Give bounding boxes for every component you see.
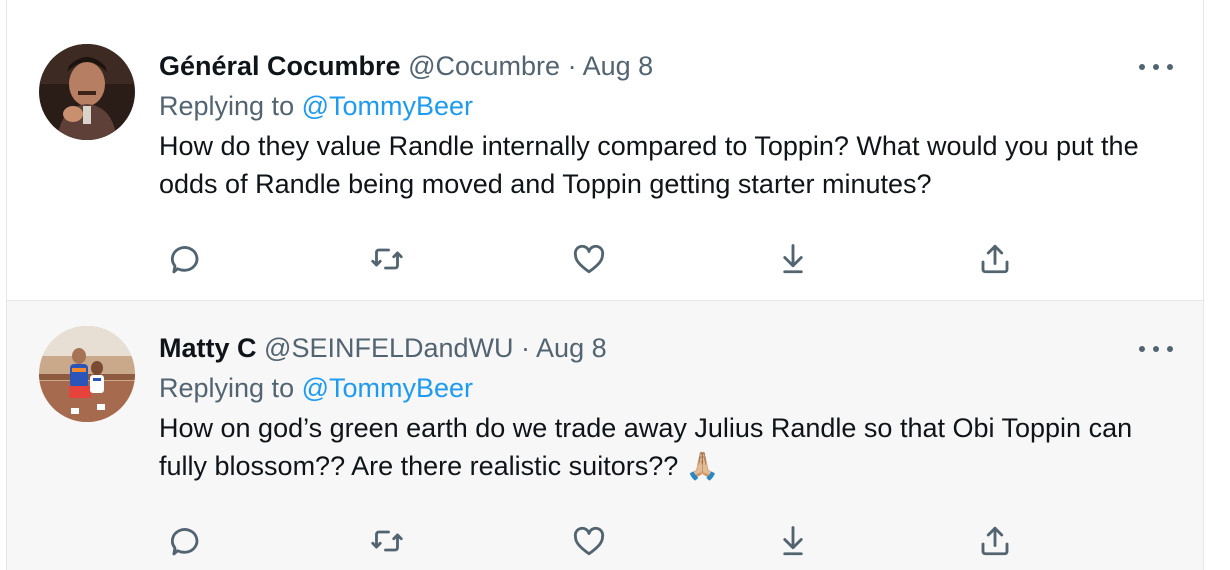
- retweet-icon: [371, 248, 403, 270]
- tweet-actions: [157, 519, 1057, 563]
- tweet-text: How on god’s green earth do we trade awa…: [159, 413, 1133, 481]
- retweet-button[interactable]: [365, 237, 409, 281]
- tweet-card[interactable]: Général Cocumbre @Cocumbre · Aug 8 Reply…: [7, 0, 1203, 300]
- avatar[interactable]: [39, 44, 135, 140]
- reply-button[interactable]: [163, 237, 207, 281]
- more-options-button[interactable]: [1139, 57, 1173, 77]
- tweet-card[interactable]: Matty C @SEINFELDandWU · Aug 8 Replying …: [7, 300, 1203, 570]
- separator-dot: ·: [567, 51, 577, 81]
- upload-icon: [981, 244, 1009, 274]
- reply-icon: [170, 528, 199, 556]
- replying-to-line: Replying to @TommyBeer: [159, 87, 1163, 125]
- tweet-feed: Général Cocumbre @Cocumbre · Aug 8 Reply…: [0, 0, 1230, 570]
- bookmark-share-button[interactable]: [771, 237, 815, 281]
- tweet-content: Général Cocumbre @Cocumbre · Aug 8 Reply…: [159, 45, 1163, 203]
- author-name[interactable]: Général Cocumbre: [159, 51, 401, 81]
- reply-icon: [170, 246, 199, 274]
- replying-to-line: Replying to @TommyBeer: [159, 369, 1163, 407]
- like-icon: [573, 526, 605, 556]
- more-options-button[interactable]: [1139, 339, 1173, 359]
- more-icon: [1139, 346, 1145, 352]
- share-button[interactable]: [973, 519, 1017, 563]
- like-button[interactable]: [567, 237, 611, 281]
- replying-to-mention[interactable]: @TommyBeer: [302, 373, 473, 403]
- tweet-actions: [157, 237, 1057, 281]
- reply-button[interactable]: [163, 519, 207, 563]
- retweet-button[interactable]: [365, 519, 409, 563]
- tweet-content: Matty C @SEINFELDandWU · Aug 8 Replying …: [159, 327, 1163, 485]
- author-name[interactable]: Matty C: [159, 333, 257, 363]
- share-download-icon: [783, 526, 803, 556]
- share-button[interactable]: [973, 237, 1017, 281]
- share-download-icon: [783, 244, 803, 274]
- like-icon: [573, 244, 605, 274]
- timeline-right-border: [1203, 0, 1204, 570]
- replying-to-label: Replying to: [159, 91, 295, 121]
- tweet-date[interactable]: Aug 8: [583, 51, 654, 81]
- author-handle[interactable]: @SEINFELDandWU: [264, 333, 513, 363]
- replying-to-label: Replying to: [159, 373, 295, 403]
- avatar[interactable]: [39, 326, 135, 422]
- replying-to-mention[interactable]: @TommyBeer: [302, 91, 473, 121]
- retweet-icon: [371, 530, 403, 552]
- more-icon: [1139, 64, 1145, 70]
- tweet-header: Matty C @SEINFELDandWU · Aug 8: [159, 327, 1163, 369]
- bookmark-share-button[interactable]: [771, 519, 815, 563]
- tweet-date[interactable]: Aug 8: [536, 333, 607, 363]
- separator-dot: ·: [521, 333, 531, 363]
- like-button[interactable]: [567, 519, 611, 563]
- tweet-header: Général Cocumbre @Cocumbre · Aug 8: [159, 45, 1163, 87]
- author-handle[interactable]: @Cocumbre: [408, 51, 560, 81]
- upload-icon: [981, 526, 1009, 556]
- tweet-text: How do they value Randle internally comp…: [159, 131, 1139, 199]
